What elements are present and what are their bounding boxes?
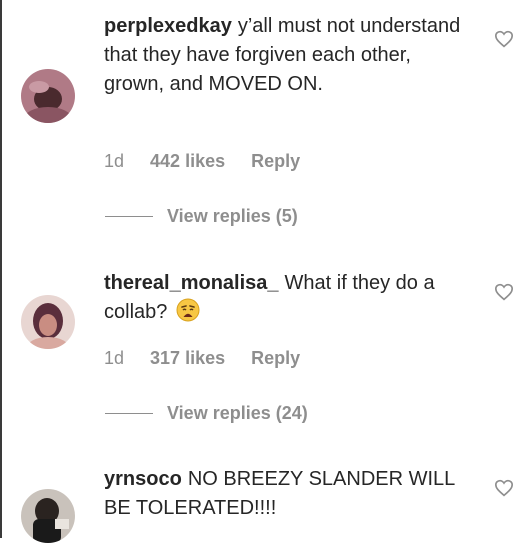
weary-face-emoji xyxy=(176,298,200,322)
username[interactable]: yrnsoco xyxy=(104,468,182,490)
avatar[interactable] xyxy=(21,295,75,349)
username[interactable]: perplexedkay xyxy=(104,15,232,37)
comment-meta: 1d 317 likes Reply xyxy=(104,348,300,369)
likes-count[interactable]: 442 likes xyxy=(150,151,225,172)
likes-count[interactable]: 317 likes xyxy=(150,348,225,369)
heart-outline-icon[interactable] xyxy=(494,30,514,48)
reply-button[interactable]: Reply xyxy=(251,151,300,172)
comment-text: perplexedkay y’all must not understand th… xyxy=(104,12,474,99)
avatar[interactable] xyxy=(21,489,75,543)
username[interactable]: thereal_monalisa_ xyxy=(104,272,279,294)
reply-button[interactable]: Reply xyxy=(251,348,300,369)
view-replies-button[interactable]: View replies (24) xyxy=(105,403,308,424)
divider-line xyxy=(105,216,153,217)
view-replies-label[interactable]: View replies (24) xyxy=(167,403,308,424)
heart-outline-icon[interactable] xyxy=(494,283,514,301)
comment-text: thereal_monalisa_ What if they do a colla… xyxy=(104,269,474,327)
comment-text: yrnsoco NO BREEZY SLANDER WILL BE TOLERAT… xyxy=(104,465,474,523)
avatar[interactable] xyxy=(21,69,75,123)
heart-outline-icon[interactable] xyxy=(494,479,514,497)
divider-line xyxy=(105,413,153,414)
view-replies-button[interactable]: View replies (5) xyxy=(105,206,298,227)
comment-meta: 1d 442 likes Reply xyxy=(104,151,300,172)
window-edge xyxy=(0,0,2,538)
timestamp: 1d xyxy=(104,348,125,368)
view-replies-label[interactable]: View replies (5) xyxy=(167,206,298,227)
timestamp: 1d xyxy=(104,151,125,171)
